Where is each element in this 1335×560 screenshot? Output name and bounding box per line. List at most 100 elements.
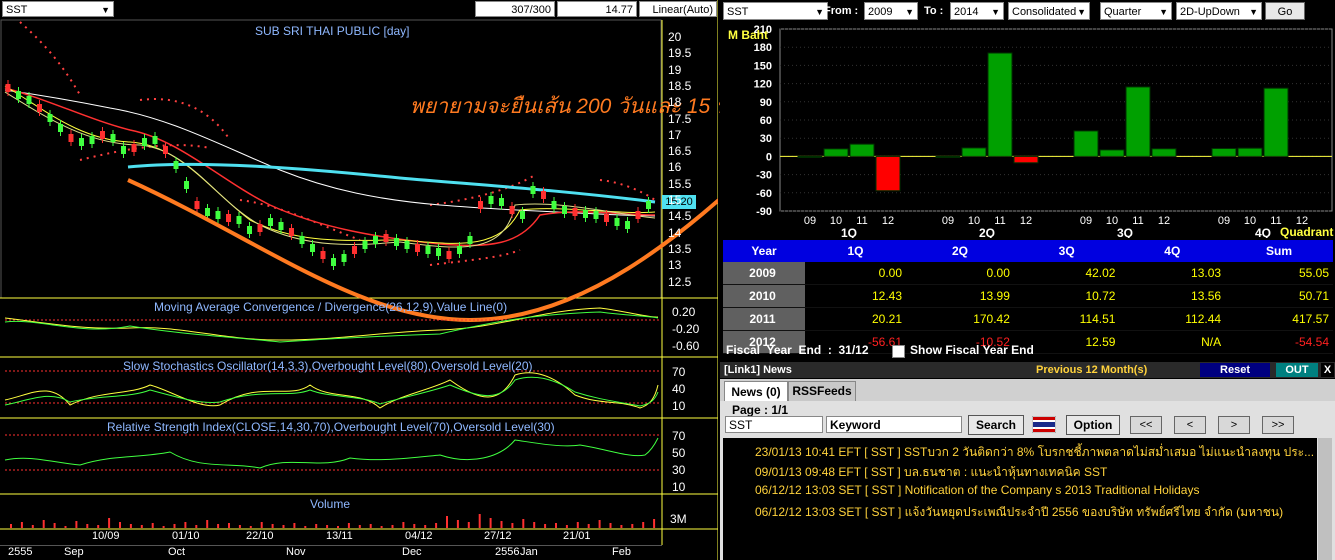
price-chart-panel[interactable]: SST ▼ 307/300 14.77 Linear(Auto) SUB SRI… xyxy=(0,0,755,560)
candle-body xyxy=(152,136,158,144)
last-page-button[interactable]: >> xyxy=(1262,416,1294,434)
month-tick: 2555 xyxy=(8,546,33,558)
news-symbol-input[interactable]: SST xyxy=(725,416,823,433)
candle-body xyxy=(572,208,578,216)
month-tick: 2556 xyxy=(495,546,520,558)
chart-symbol-select[interactable]: SST ▼ xyxy=(2,1,114,17)
candle-body xyxy=(541,191,546,199)
list-item[interactable]: 23/01/13 10:41 EFT [ SST ] SSTบวก 2 วันต… xyxy=(755,443,1314,462)
axis-tick: -0.60 xyxy=(672,339,700,353)
news-header-bar: [Link1] News Previous 12 Month(s) Reset … xyxy=(720,362,1335,378)
consolidated-select[interactable]: Consolidated ▼ xyxy=(1008,2,1090,20)
volume-bar xyxy=(544,524,547,528)
news-scrollbar[interactable] xyxy=(1318,438,1332,560)
fundamental-panel: SST ▼ From : 2009 ▼ To : 2014 ▼ Consolid… xyxy=(720,0,1335,560)
show-fiscal-checkbox[interactable] xyxy=(892,345,905,358)
price-tick: 14.5 xyxy=(668,209,692,224)
candle-body xyxy=(341,254,347,262)
volume-bar xyxy=(500,521,503,528)
to-year-select[interactable]: 2014 ▼ xyxy=(950,2,1004,20)
fund-symbol-select[interactable]: SST ▼ xyxy=(723,2,828,20)
financial-table: Year 1Q 2Q 3Q 4Q Sum 2009 0.00 0.00 42.0… xyxy=(723,240,1333,354)
candle-body xyxy=(5,84,11,92)
column-header: Sum xyxy=(1225,240,1333,262)
bar xyxy=(875,155,901,192)
value-cell: 114.51 xyxy=(1013,307,1120,331)
volume-bar xyxy=(173,524,176,528)
volume-bar xyxy=(293,523,296,528)
volume-bar xyxy=(195,525,198,528)
price-tick: 14 xyxy=(668,225,682,240)
column-header: 2Q xyxy=(906,240,1014,262)
date-tick: 04/12 xyxy=(405,530,433,542)
first-page-button[interactable]: << xyxy=(1130,416,1162,434)
annotation-text: พยายามจะยืนเส้น 200 วันและ 15 บาท xyxy=(410,95,756,118)
date-tick: 27/12 xyxy=(484,530,512,542)
fiscal-year-end: Fiscal Year End : 31/12 xyxy=(726,343,869,357)
date-axis: 10/09 01/10 22/10 13/11 04/12 27/12 21/0… xyxy=(0,530,662,544)
view-select[interactable]: 2D-UpDown ▼ xyxy=(1176,2,1262,20)
tab-news[interactable]: News (0) xyxy=(724,381,788,402)
price-tick: 12.5 xyxy=(668,274,692,289)
from-year-select[interactable]: 2009 ▼ xyxy=(864,2,918,20)
quarter-label: 1Q xyxy=(841,226,857,238)
list-item[interactable]: 09/01/13 09:48 EFT [ SST ] บล.ธนชาต : แน… xyxy=(755,463,1107,482)
volume-bar xyxy=(304,526,307,528)
candle-body xyxy=(247,226,252,234)
y-tick-label: 90 xyxy=(760,97,772,109)
volume-bar xyxy=(140,525,143,528)
out-button[interactable]: OUT xyxy=(1276,363,1318,377)
show-fiscal-label: Show Fiscal Year End xyxy=(910,343,1034,357)
tab-rssfeeds[interactable]: RSSFeeds xyxy=(788,381,856,402)
volume-bar xyxy=(402,522,405,528)
price-tick: 13.5 xyxy=(668,241,692,256)
chart-title: SUB SRI THAI PUBLIC [day] xyxy=(255,24,410,38)
volume-bar xyxy=(260,522,263,528)
bar-count: 307/300 xyxy=(475,1,555,17)
y-tick-label: 0 xyxy=(766,151,772,163)
scale-mode-box[interactable]: Linear(Auto) xyxy=(639,1,717,17)
view-value: 2D-UpDown xyxy=(1180,6,1240,18)
technical-chart[interactable] xyxy=(0,0,718,560)
bar xyxy=(987,52,1013,157)
month-tick: Feb xyxy=(612,546,631,558)
option-button[interactable]: Option xyxy=(1066,415,1120,435)
volume-bar xyxy=(478,514,481,528)
close-icon[interactable]: X xyxy=(1321,363,1334,377)
bar xyxy=(961,147,987,157)
prev-page-button[interactable]: < xyxy=(1174,416,1206,434)
search-button[interactable]: Search xyxy=(968,415,1024,435)
volume-bar xyxy=(620,525,623,528)
candle-body xyxy=(488,196,494,204)
year-cell: 2011 xyxy=(723,307,806,331)
language-flag-icon[interactable] xyxy=(1031,415,1057,434)
value-cell: 42.02 xyxy=(1013,262,1120,285)
volume-bar xyxy=(151,523,154,528)
list-item[interactable]: 06/12/12 13:03 SET [ SST ] แจ้งวันหยุดปร… xyxy=(755,503,1283,522)
volume-bar xyxy=(119,522,121,528)
annotation-curve xyxy=(127,178,718,323)
keyword-input[interactable]: Keyword xyxy=(826,416,962,433)
candle-body xyxy=(635,211,641,219)
bar-year-label: 12 xyxy=(1158,215,1170,227)
axis-tick: 10 xyxy=(672,399,686,413)
period-select[interactable]: Quarter ▼ xyxy=(1100,2,1172,20)
volume-bar xyxy=(86,524,89,528)
sum-cell: 55.05 xyxy=(1225,262,1333,285)
volume-bar xyxy=(217,524,220,528)
axis-tick: 40 xyxy=(672,382,686,396)
reset-button[interactable]: Reset xyxy=(1200,363,1270,377)
last-price-box: 14.77 xyxy=(557,1,637,17)
next-page-button[interactable]: > xyxy=(1218,416,1250,434)
volume-bar xyxy=(555,523,557,528)
list-item[interactable]: 06/12/12 13:03 SET [ SST ] Notification … xyxy=(755,483,1199,497)
volume-bar xyxy=(533,522,536,528)
column-header: 1Q xyxy=(805,240,906,262)
news-link-label: [Link1] News xyxy=(724,364,792,376)
volume-bar xyxy=(108,518,111,528)
month-tick: Nov xyxy=(286,546,306,558)
candle-body xyxy=(604,214,609,222)
volume-bar xyxy=(369,524,372,528)
go-button[interactable]: Go xyxy=(1265,2,1305,20)
chevron-down-icon: ▼ xyxy=(991,7,1000,17)
